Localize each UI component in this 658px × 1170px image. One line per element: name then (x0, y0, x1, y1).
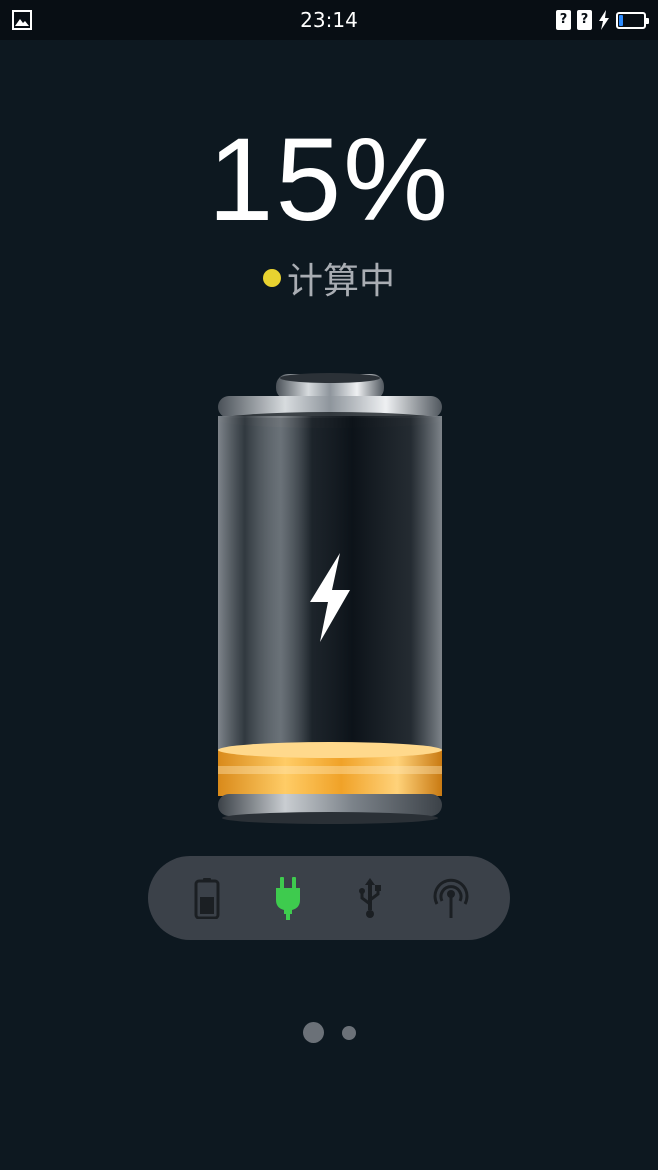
sim1-icon: ? (556, 10, 571, 30)
usb-charging-mode[interactable] (350, 874, 390, 922)
battery-icon (194, 878, 220, 919)
battery-icon (616, 11, 649, 29)
status-icons: ? ? (556, 9, 649, 31)
page-dot-2[interactable] (341, 1025, 356, 1040)
plug-icon (276, 877, 301, 920)
status-bar: 23:14 ? ? (0, 0, 658, 40)
status-text: 计算中 (286, 261, 395, 302)
battery-illustration (218, 373, 442, 824)
page-indicator (0, 1022, 658, 1043)
battery-percent: 15% (207, 114, 451, 246)
charging-mode-bar (148, 856, 510, 940)
battery-mode[interactable] (187, 874, 227, 922)
sim2-icon: ? (577, 10, 592, 30)
wireless-icon (433, 878, 469, 918)
charge-status: 计算中 (0, 252, 658, 304)
wireless-charging-mode[interactable] (431, 874, 471, 922)
lightning-icon (599, 10, 609, 30)
ac-charging-mode[interactable] (268, 874, 308, 922)
page-dot-1[interactable] (302, 1022, 324, 1043)
usb-icon (358, 878, 381, 918)
status-dot (262, 269, 281, 287)
